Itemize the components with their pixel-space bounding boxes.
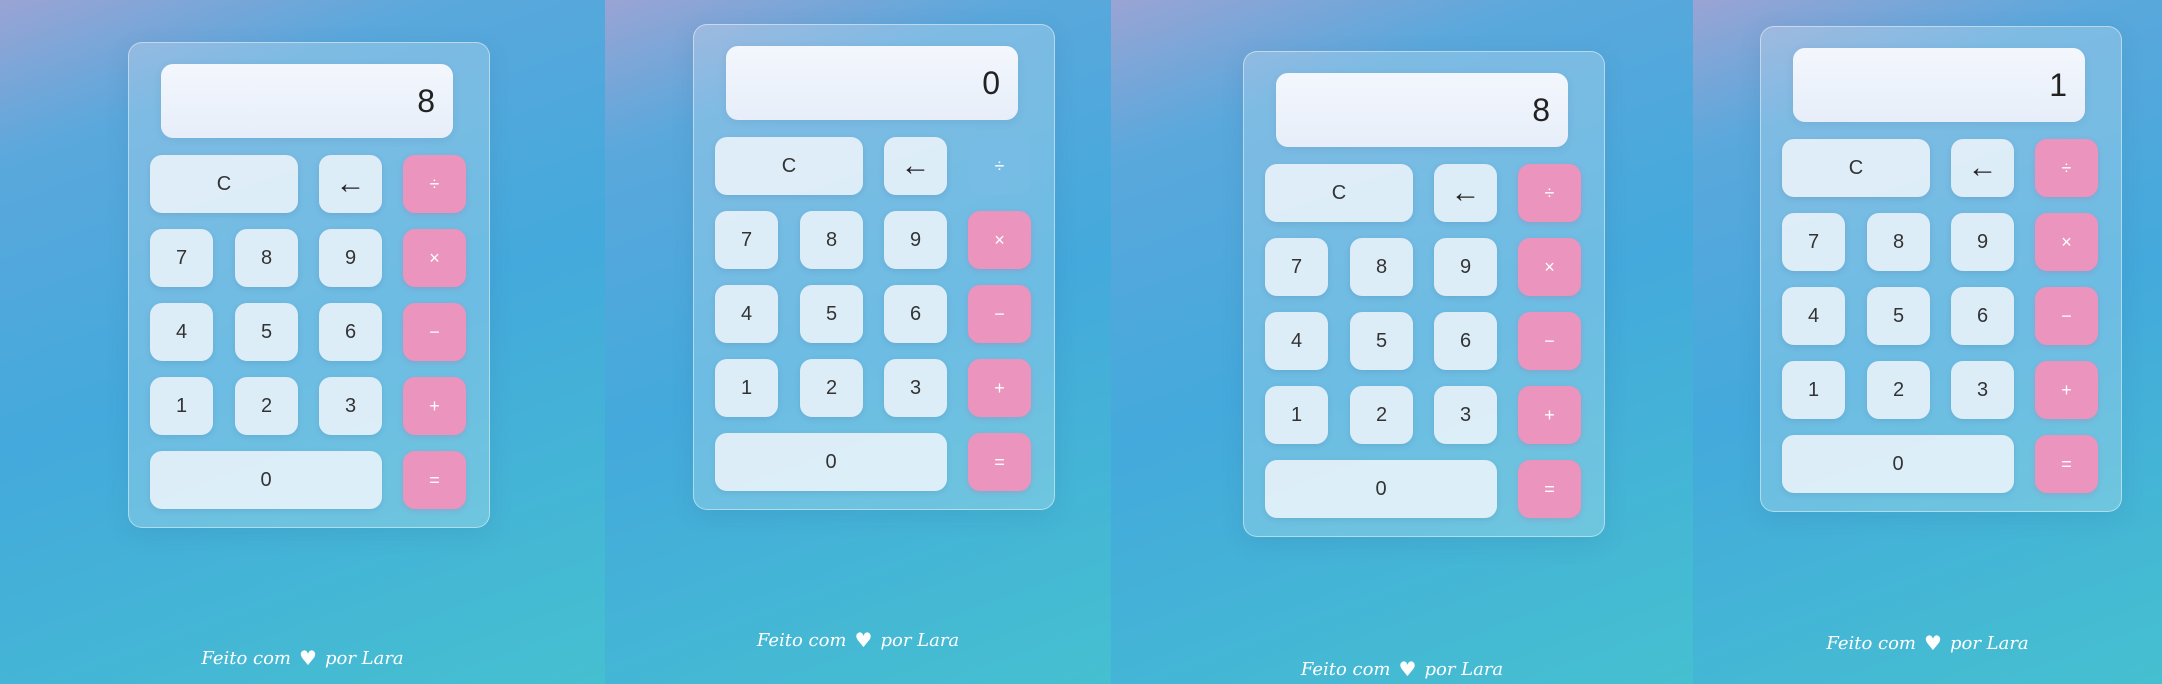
minus-button[interactable]: −	[403, 303, 466, 361]
equals-button[interactable]: =	[1518, 460, 1581, 518]
footer-prefix: Feito com	[1300, 658, 1391, 680]
divide-button[interactable]: ÷	[1518, 164, 1581, 222]
digit-5-button[interactable]: 5	[800, 285, 863, 343]
digit-0-button[interactable]: 0	[150, 451, 382, 509]
digit-9-button[interactable]: 9	[1434, 238, 1497, 296]
digit-3-button[interactable]: 3	[884, 359, 947, 417]
backspace-button[interactable]: ←	[884, 137, 947, 195]
clear-button[interactable]: C	[150, 155, 298, 213]
footer-credit: Feito com ♥ por Lara	[1693, 631, 2162, 655]
digit-7-button[interactable]: 7	[715, 211, 778, 269]
clear-button[interactable]: C	[1265, 164, 1413, 222]
minus-button[interactable]: −	[2035, 287, 2098, 345]
calculator: 8 C ← ÷ 7 8 9 × 4 5 6 − 1 2 3 + 0 =	[1243, 51, 1605, 537]
divide-button[interactable]: ÷	[403, 155, 466, 213]
plus-button[interactable]: +	[1518, 386, 1581, 444]
footer-credit: Feito com ♥ por Lara	[605, 628, 1111, 652]
digit-8-button[interactable]: 8	[1867, 213, 1930, 271]
footer-prefix: Feito com	[1826, 632, 1917, 654]
digit-6-button[interactable]: 6	[319, 303, 382, 361]
backspace-button[interactable]: ←	[1434, 164, 1497, 222]
digit-7-button[interactable]: 7	[150, 229, 213, 287]
minus-button[interactable]: −	[1518, 312, 1581, 370]
digit-3-button[interactable]: 3	[1951, 361, 2014, 419]
multiply-button[interactable]: ×	[1518, 238, 1581, 296]
digit-0-button[interactable]: 0	[1265, 460, 1497, 518]
calculator-panel-4: 1 C ← ÷ 7 8 9 × 4 5 6 − 1 2 3 + 0 = Feit…	[1693, 0, 2162, 684]
divide-button[interactable]: ÷	[968, 137, 1031, 195]
footer-suffix: por Lara	[880, 629, 960, 651]
calculator-display: 8	[161, 64, 453, 138]
plus-button[interactable]: +	[968, 359, 1031, 417]
digit-1-button[interactable]: 1	[1782, 361, 1845, 419]
digit-9-button[interactable]: 9	[1951, 213, 2014, 271]
digit-2-button[interactable]: 2	[800, 359, 863, 417]
digit-2-button[interactable]: 2	[1867, 361, 1930, 419]
digit-9-button[interactable]: 9	[319, 229, 382, 287]
backspace-button[interactable]: ←	[1951, 139, 2014, 197]
digit-6-button[interactable]: 6	[1951, 287, 2014, 345]
digit-2-button[interactable]: 2	[1350, 386, 1413, 444]
multiply-button[interactable]: ×	[968, 211, 1031, 269]
digit-7-button[interactable]: 7	[1782, 213, 1845, 271]
footer-credit: Feito com ♥ por Lara	[1111, 657, 1693, 681]
plus-button[interactable]: +	[403, 377, 466, 435]
digit-4-button[interactable]: 4	[150, 303, 213, 361]
digit-4-button[interactable]: 4	[1782, 287, 1845, 345]
footer-suffix: por Lara	[1424, 658, 1504, 680]
digit-4-button[interactable]: 4	[715, 285, 778, 343]
calculator-display: 8	[1276, 73, 1568, 147]
divide-button[interactable]: ÷	[2035, 139, 2098, 197]
calculator: 0 C ← ÷ 7 8 9 × 4 5 6 − 1 2 3 + 0 =	[693, 24, 1055, 510]
equals-button[interactable]: =	[968, 433, 1031, 491]
multiply-button[interactable]: ×	[403, 229, 466, 287]
calculator-display: 1	[1793, 48, 2085, 122]
calculator-panel-2: 0 C ← ÷ 7 8 9 × 4 5 6 − 1 2 3 + 0 = Feit…	[605, 0, 1111, 684]
digit-0-button[interactable]: 0	[1782, 435, 2014, 493]
clear-button[interactable]: C	[1782, 139, 1930, 197]
digit-5-button[interactable]: 5	[1867, 287, 1930, 345]
digit-5-button[interactable]: 5	[235, 303, 298, 361]
digit-3-button[interactable]: 3	[319, 377, 382, 435]
digit-2-button[interactable]: 2	[235, 377, 298, 435]
calculator-panel-1: 8 C ← ÷ 7 8 9 × 4 5 6 − 1 2 3 + 0 = Feit…	[0, 0, 605, 684]
digit-9-button[interactable]: 9	[884, 211, 947, 269]
calculator: 8 C ← ÷ 7 8 9 × 4 5 6 − 1 2 3 + 0 =	[128, 42, 490, 528]
backspace-button[interactable]: ←	[319, 155, 382, 213]
digit-5-button[interactable]: 5	[1350, 312, 1413, 370]
footer-suffix: por Lara	[1949, 632, 2029, 654]
equals-button[interactable]: =	[2035, 435, 2098, 493]
heart-icon: ♥	[1924, 631, 1942, 655]
digit-8-button[interactable]: 8	[1350, 238, 1413, 296]
footer-prefix: Feito com	[756, 629, 847, 651]
digit-7-button[interactable]: 7	[1265, 238, 1328, 296]
digit-6-button[interactable]: 6	[884, 285, 947, 343]
heart-icon: ♥	[854, 628, 873, 652]
digit-8-button[interactable]: 8	[235, 229, 298, 287]
footer-suffix: por Lara	[324, 647, 404, 669]
heart-icon: ♥	[1398, 657, 1417, 681]
calculator-display: 0	[726, 46, 1018, 120]
minus-button[interactable]: −	[968, 285, 1031, 343]
digit-1-button[interactable]: 1	[715, 359, 778, 417]
digit-3-button[interactable]: 3	[1434, 386, 1497, 444]
calculator: 1 C ← ÷ 7 8 9 × 4 5 6 − 1 2 3 + 0 =	[1760, 26, 2122, 512]
heart-icon: ♥	[299, 646, 317, 670]
digit-1-button[interactable]: 1	[150, 377, 213, 435]
digit-8-button[interactable]: 8	[800, 211, 863, 269]
footer-credit: Feito com ♥ por Lara	[0, 646, 605, 670]
calculator-panel-3: 8 C ← ÷ 7 8 9 × 4 5 6 − 1 2 3 + 0 = Feit…	[1111, 0, 1693, 684]
digit-1-button[interactable]: 1	[1265, 386, 1328, 444]
footer-prefix: Feito com	[201, 647, 292, 669]
equals-button[interactable]: =	[403, 451, 466, 509]
plus-button[interactable]: +	[2035, 361, 2098, 419]
digit-6-button[interactable]: 6	[1434, 312, 1497, 370]
digit-4-button[interactable]: 4	[1265, 312, 1328, 370]
multiply-button[interactable]: ×	[2035, 213, 2098, 271]
digit-0-button[interactable]: 0	[715, 433, 947, 491]
clear-button[interactable]: C	[715, 137, 863, 195]
